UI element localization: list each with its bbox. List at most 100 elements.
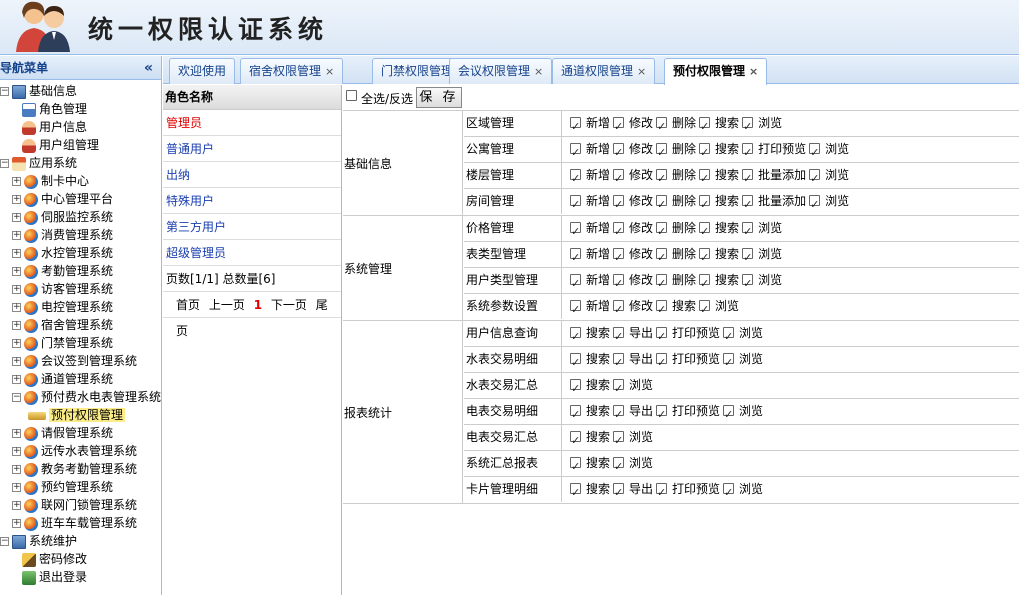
permission-action[interactable]: 新增 — [570, 111, 610, 139]
permission-checkbox[interactable] — [613, 114, 625, 139]
permission-action[interactable]: 导出 — [613, 399, 653, 427]
permission-checkbox[interactable] — [656, 350, 668, 375]
permission-checkbox[interactable] — [570, 271, 581, 296]
permission-checkbox[interactable] — [570, 114, 581, 139]
permission-action[interactable]: 浏览 — [742, 216, 782, 244]
permission-action[interactable]: 浏览 — [809, 189, 849, 217]
expand-node-icon[interactable]: + — [12, 177, 21, 186]
nav-tree-item[interactable]: + 会议签到管理系统 — [0, 352, 161, 370]
permission-action[interactable]: 打印预览 — [742, 137, 806, 165]
permission-action[interactable]: 批量添加 — [742, 163, 806, 191]
permission-action[interactable]: 新增 — [570, 189, 610, 217]
permission-checkbox[interactable] — [656, 402, 668, 427]
expand-node-icon[interactable]: + — [12, 465, 21, 474]
permission-checkbox[interactable] — [656, 140, 668, 165]
permission-checkbox[interactable] — [699, 271, 711, 296]
permission-action[interactable]: 浏览 — [613, 425, 653, 453]
permission-action[interactable]: 浏览 — [699, 294, 739, 322]
permission-checkbox[interactable] — [723, 350, 735, 375]
permission-action[interactable]: 浏览 — [742, 242, 782, 270]
nav-tree-item[interactable]: + 远传水表管理系统 — [0, 442, 161, 460]
tab-6[interactable]: 预付权限管理 × — [664, 58, 768, 85]
permission-action[interactable]: 新增 — [570, 163, 610, 191]
permission-action[interactable]: 打印预览 — [656, 477, 720, 505]
permission-action[interactable]: 删除 — [656, 137, 696, 165]
permission-action[interactable]: 浏览 — [809, 163, 849, 191]
permission-action[interactable]: 新增 — [570, 137, 610, 165]
permission-action[interactable]: 导出 — [613, 477, 653, 505]
permission-action[interactable]: 修改 — [613, 163, 653, 191]
expand-node-icon[interactable]: + — [12, 249, 21, 258]
permission-checkbox[interactable] — [656, 297, 668, 322]
role-item[interactable]: 超级管理员 — [163, 240, 341, 266]
permission-checkbox[interactable] — [613, 402, 625, 427]
permission-action[interactable]: 搜索 — [699, 268, 739, 296]
permission-action[interactable]: 导出 — [613, 321, 653, 349]
pager-prev[interactable]: 上一页 — [209, 298, 245, 312]
permission-checkbox[interactable] — [570, 428, 581, 453]
permission-checkbox[interactable] — [570, 140, 581, 165]
permission-checkbox[interactable] — [570, 324, 581, 349]
permission-action[interactable]: 删除 — [656, 111, 696, 139]
permission-checkbox[interactable] — [613, 376, 625, 401]
permission-checkbox[interactable] — [809, 192, 821, 217]
permission-checkbox[interactable] — [656, 114, 668, 139]
permission-checkbox[interactable] — [742, 271, 754, 296]
permission-checkbox[interactable] — [699, 114, 711, 139]
permission-action[interactable]: 浏览 — [723, 399, 763, 427]
permission-checkbox[interactable] — [570, 480, 581, 505]
permission-checkbox[interactable] — [656, 192, 668, 217]
expand-node-icon[interactable]: + — [12, 339, 21, 348]
permission-action[interactable]: 搜索 — [570, 399, 610, 427]
expand-node-icon[interactable]: + — [12, 357, 21, 366]
permission-checkbox[interactable] — [613, 192, 625, 217]
permission-checkbox[interactable] — [613, 454, 625, 479]
close-icon[interactable]: × — [749, 65, 758, 78]
permission-checkbox[interactable] — [656, 480, 668, 505]
permission-action[interactable]: 搜索 — [699, 242, 739, 270]
close-icon[interactable]: × — [637, 65, 646, 78]
permission-action[interactable]: 搜索 — [699, 189, 739, 217]
nav-tree-item[interactable]: 角色管理 — [0, 100, 161, 118]
expand-node-icon[interactable]: + — [12, 213, 21, 222]
expand-node-icon[interactable]: + — [12, 321, 21, 330]
permission-checkbox[interactable] — [723, 324, 735, 349]
permission-checkbox[interactable] — [570, 454, 581, 479]
permission-checkbox[interactable] — [613, 350, 625, 375]
role-item[interactable]: 第三方用户 — [163, 214, 341, 240]
nav-tree-item[interactable]: + 水控管理系统 — [0, 244, 161, 262]
permission-action[interactable]: 打印预览 — [656, 321, 720, 349]
permission-action[interactable]: 搜索 — [570, 321, 610, 349]
pager-first[interactable]: 首页 — [176, 298, 200, 312]
permission-action[interactable]: 搜索 — [699, 111, 739, 139]
nav-tree-item[interactable]: + 班车车载管理系统 — [0, 514, 161, 532]
close-icon[interactable]: × — [325, 65, 334, 78]
permission-checkbox[interactable] — [742, 192, 754, 217]
tab-5[interactable]: 通道权限管理 × — [552, 58, 656, 84]
permission-checkbox[interactable] — [613, 428, 625, 453]
permission-action[interactable]: 搜索 — [570, 451, 610, 479]
nav-tree-item[interactable]: + 门禁管理系统 — [0, 334, 161, 352]
nav-tree-item[interactable]: 密码修改 — [0, 550, 161, 568]
permission-checkbox[interactable] — [570, 297, 581, 322]
permission-action[interactable]: 修改 — [613, 137, 653, 165]
permission-checkbox[interactable] — [570, 376, 581, 401]
permission-checkbox[interactable] — [809, 166, 821, 191]
permission-checkbox[interactable] — [723, 480, 735, 505]
permission-checkbox[interactable] — [613, 297, 625, 322]
pager-next[interactable]: 下一页 — [271, 298, 307, 312]
expand-node-icon[interactable]: + — [12, 447, 21, 456]
permission-checkbox[interactable] — [570, 402, 581, 427]
permission-checkbox[interactable] — [613, 271, 625, 296]
permission-action[interactable]: 新增 — [570, 242, 610, 270]
permission-checkbox[interactable] — [613, 140, 625, 165]
permission-checkbox[interactable] — [723, 402, 735, 427]
tab-4[interactable]: 会议权限管理 × — [449, 58, 553, 84]
permission-action[interactable]: 新增 — [570, 216, 610, 244]
permission-action[interactable]: 新增 — [570, 268, 610, 296]
nav-tree-item[interactable]: 退出登录 — [0, 568, 161, 586]
permission-action[interactable]: 浏览 — [742, 268, 782, 296]
permission-checkbox[interactable] — [699, 297, 711, 322]
permission-action[interactable]: 搜索 — [699, 137, 739, 165]
permission-checkbox[interactable] — [656, 166, 668, 191]
